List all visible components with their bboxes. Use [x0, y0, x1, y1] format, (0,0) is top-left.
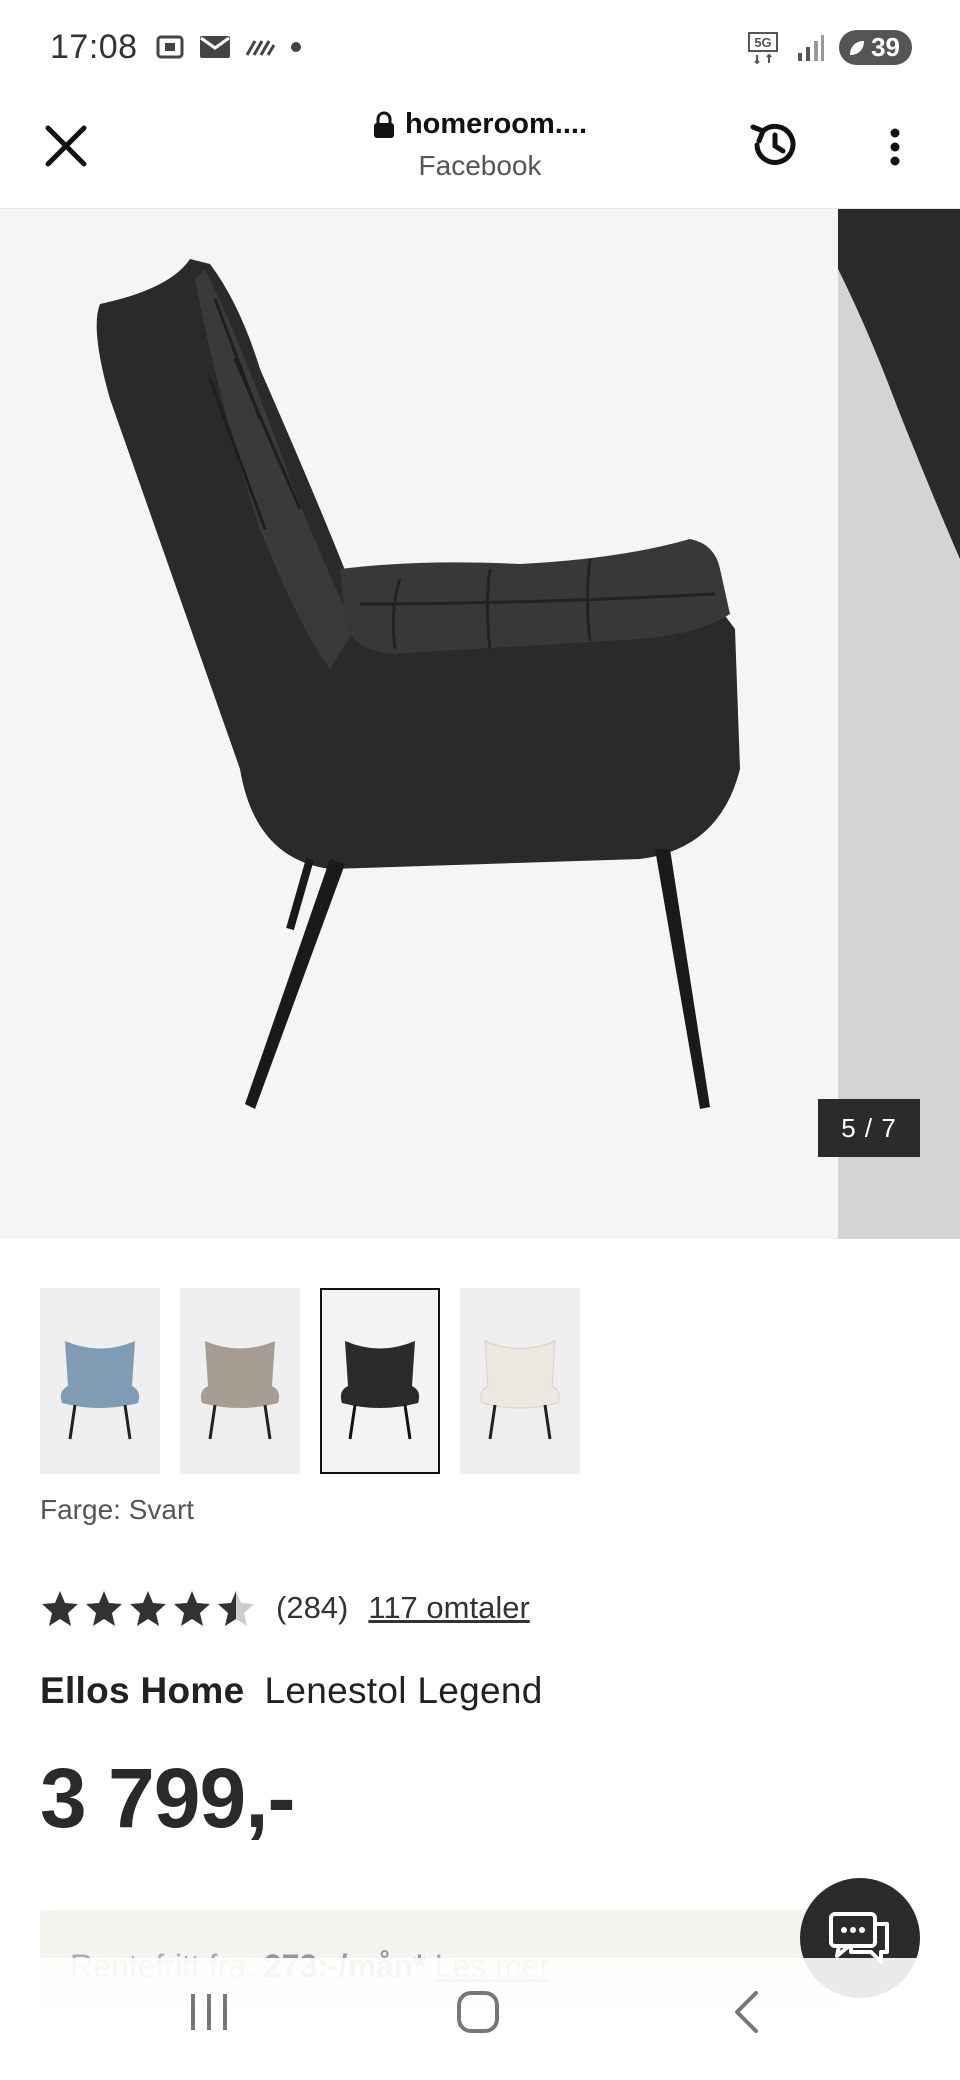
chair-thumb-black — [340, 1341, 420, 1440]
more-options-button[interactable] — [870, 114, 920, 180]
product-name: Lenestol Legend — [264, 1670, 543, 1711]
star-icon — [86, 1591, 122, 1626]
screenshot-icon — [156, 35, 184, 59]
url-display[interactable]: homeroom.... Facebook — [0, 108, 960, 182]
color-swatches — [40, 1288, 580, 1474]
reviews-link[interactable]: 117 omtaler — [368, 1590, 529, 1626]
url-source: Facebook — [418, 149, 542, 181]
back-icon — [735, 1991, 758, 2033]
network-5g-icon: 5G — [748, 31, 779, 64]
chair-thumb-white — [480, 1340, 560, 1440]
battery-indicator: 39 — [839, 30, 912, 65]
signal-icon — [798, 34, 825, 61]
history-button[interactable] — [742, 112, 808, 178]
back-button[interactable] — [726, 1986, 766, 2038]
lock-icon — [373, 111, 394, 138]
home-button[interactable] — [452, 1986, 504, 2038]
star-rating — [40, 1588, 256, 1628]
half-star-icon — [218, 1591, 254, 1626]
system-navigation-bar — [0, 1958, 960, 2080]
rating-row: (284) 117 omtaler — [40, 1588, 530, 1628]
chair-thumb-beige — [200, 1341, 280, 1440]
status-bar: 17:08 5G 39 — [0, 0, 960, 100]
star-icon — [42, 1591, 78, 1626]
product-image[interactable] — [0, 209, 838, 1239]
history-icon — [750, 123, 796, 165]
product-price: 3 799,- — [40, 1751, 296, 1845]
dot-icon — [291, 42, 301, 52]
armchair-image — [96, 259, 740, 1109]
product-title: Ellos Home Lenestol Legend — [40, 1670, 543, 1712]
status-notification-icons — [155, 32, 303, 62]
swatch-white[interactable] — [460, 1288, 580, 1474]
mail-icon — [200, 36, 230, 58]
leaf-icon — [850, 40, 865, 55]
svg-text:5G: 5G — [754, 35, 771, 50]
product-brand: Ellos Home — [40, 1670, 245, 1711]
slide-counter: 5 / 7 — [818, 1099, 920, 1157]
browser-toolbar: homeroom.... Facebook — [0, 100, 960, 209]
swatch-black[interactable] — [320, 1288, 440, 1474]
status-system-icons: 5G 39 — [747, 30, 912, 65]
recent-apps-button[interactable] — [185, 1988, 233, 2036]
color-label: Farge: Svart — [40, 1494, 195, 1525]
chair-thumb-blue — [60, 1341, 140, 1440]
home-icon — [457, 1991, 499, 2033]
url-text: homeroom.... — [404, 108, 588, 140]
battery-level: 39 — [871, 32, 900, 62]
more-vertical-icon — [890, 128, 900, 166]
product-image-gallery[interactable]: 5 / 7 — [0, 209, 960, 1239]
star-icon — [130, 1591, 166, 1626]
swatch-beige[interactable] — [180, 1288, 300, 1474]
status-time: 17:08 — [50, 28, 138, 66]
data-icon — [245, 40, 275, 56]
next-image-preview[interactable] — [838, 209, 960, 1239]
recent-apps-icon — [191, 1994, 227, 2030]
next-image-thumb — [838, 209, 960, 559]
swatch-blue[interactable] — [40, 1288, 160, 1474]
rating-count: (284) — [276, 1590, 349, 1625]
star-icon — [174, 1591, 210, 1626]
